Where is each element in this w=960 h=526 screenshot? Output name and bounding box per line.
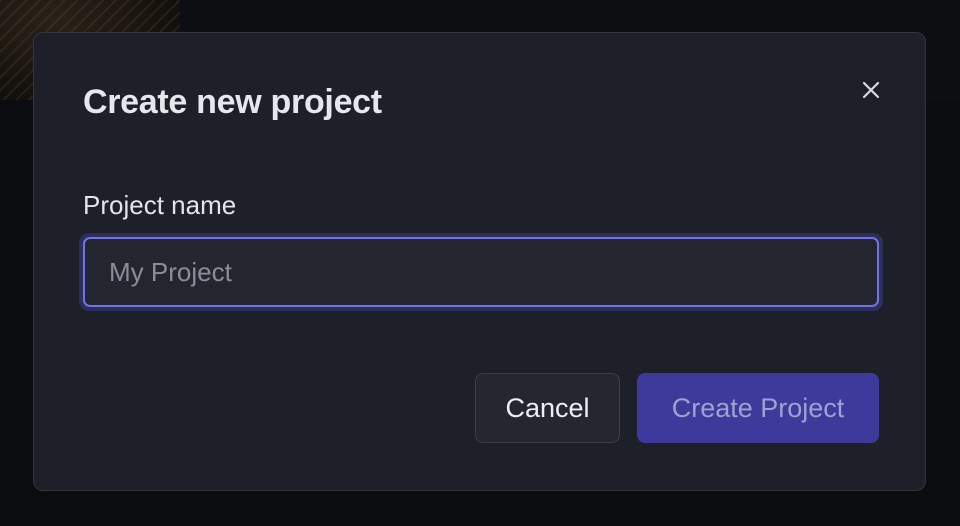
project-name-input[interactable] xyxy=(83,237,879,307)
cancel-button[interactable]: Cancel xyxy=(475,373,620,443)
close-button[interactable] xyxy=(854,73,888,107)
create-project-dialog: Create new project Project name Cancel C… xyxy=(33,32,926,491)
dialog-title: Create new project xyxy=(83,83,382,121)
create-project-button[interactable]: Create Project xyxy=(637,373,879,443)
project-name-focus-ring xyxy=(79,233,883,311)
project-name-label: Project name xyxy=(83,190,237,220)
page-backdrop: Create new project Project name Cancel C… xyxy=(0,0,960,526)
close-icon xyxy=(862,81,880,99)
